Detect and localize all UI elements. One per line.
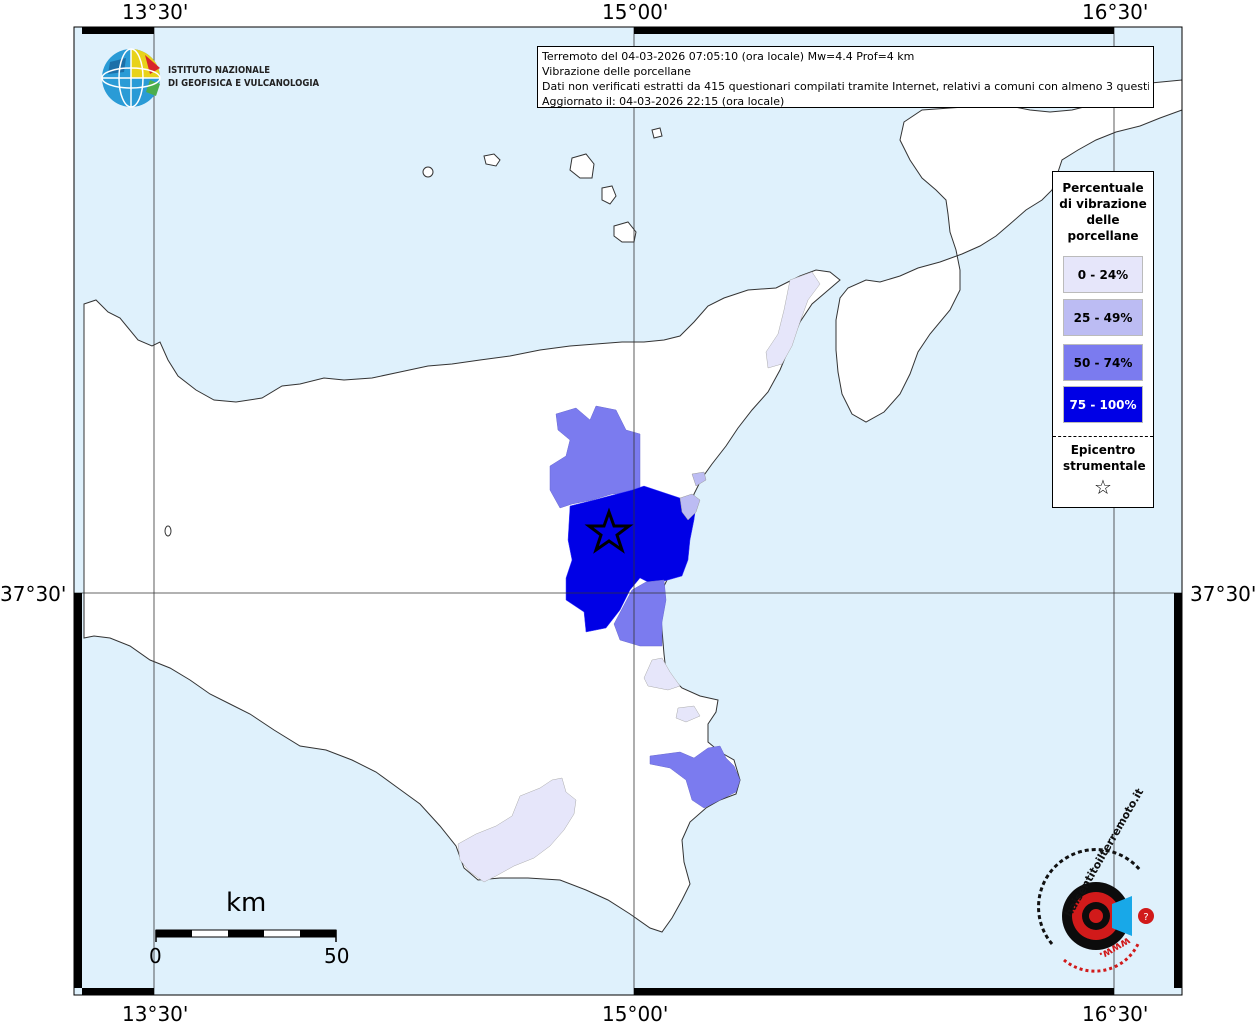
lon-label-bottom: 15°00': [602, 1002, 669, 1026]
event-info-line: Terremoto del 04-03-2026 07:05:10 (ora l…: [542, 50, 915, 63]
lon-label-top: 15°00': [602, 0, 669, 24]
svg-text:?: ?: [1143, 912, 1148, 923]
legend-separator: [1053, 436, 1153, 437]
lat-label-left: 37°30': [0, 582, 67, 606]
legend-class: 75 - 100%: [1063, 386, 1143, 423]
scale-start-label: 0: [149, 944, 162, 968]
ingv-logo-line2: DI GEOFISICA E VULCANOLOGIA: [168, 78, 320, 89]
ingv-logo-icon: [101, 48, 161, 108]
macroseismic-map: ?: [73, 26, 1183, 996]
scale-unit-label: km: [226, 888, 267, 918]
lon-label-bottom: 13°30': [122, 1002, 189, 1026]
event-info-line: Dati non verificati estratti da 415 ques…: [542, 80, 1149, 93]
event-info-box: Terremoto del 04-03-2026 07:05:10 (ora l…: [537, 46, 1154, 108]
legend-title: Percentuale di vibrazione delle porcella…: [1059, 181, 1147, 243]
lon-label-bottom: 16°30': [1082, 1002, 1149, 1026]
island: [422, 166, 434, 178]
lon-label-top: 13°30': [122, 0, 189, 24]
legend-class: 50 - 74%: [1063, 344, 1143, 381]
star-outline-icon: ☆: [1094, 475, 1112, 499]
legend-class: 0 - 24%: [1063, 256, 1143, 293]
legend-epicenter-label: Epicentro strumentale: [1063, 443, 1146, 473]
ingv-logo-line1: ISTITUTO NAZIONALE: [168, 65, 271, 76]
scale-end-label: 50: [324, 944, 350, 968]
ingv-logo-text: ISTITUTO NAZIONALE DI GEOFISICA E VULCAN…: [168, 64, 319, 90]
legend: Percentuale di vibrazione delle porcella…: [1052, 171, 1154, 508]
lat-label-right: 37°30': [1190, 582, 1255, 606]
event-info-line: Vibrazione delle porcellane: [542, 65, 691, 78]
lon-label-top: 16°30': [1082, 0, 1149, 24]
island: [164, 525, 172, 537]
island: [651, 127, 663, 139]
event-info-line: Aggiornato il: 04-03-2026 22:15 (ora loc…: [542, 95, 785, 108]
legend-class: 25 - 49%: [1063, 299, 1143, 336]
